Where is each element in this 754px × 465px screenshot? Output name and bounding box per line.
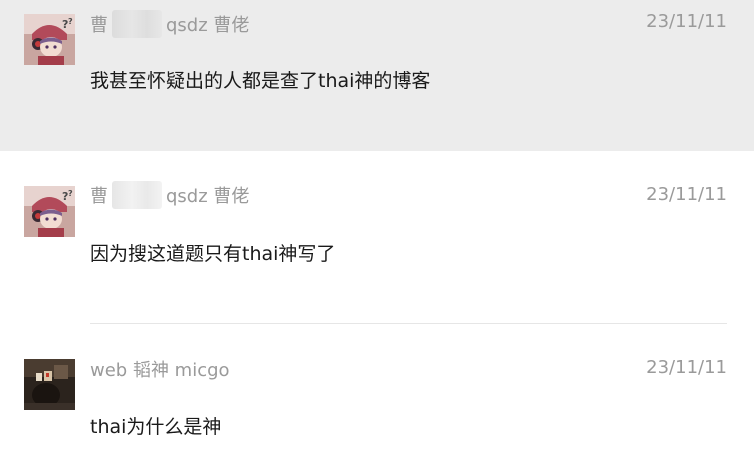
svg-text:?: ?: [68, 17, 73, 26]
avatar[interactable]: ? ?: [24, 186, 75, 237]
message-text: 我甚至怀疑出的人都是查了thai神的博客: [90, 70, 431, 92]
divider: [90, 323, 727, 324]
message-time: 23/11/11: [646, 357, 727, 378]
avatar[interactable]: [24, 359, 75, 410]
message-item[interactable]: ? ? 曹 qsdz 曹佬 23/11/11 我甚至怀疑出的人都是查了thai神…: [0, 0, 754, 151]
message-time: 23/11/11: [646, 11, 727, 32]
message-text: thai为什么是神: [90, 416, 222, 438]
redacted-name-blur: [112, 10, 162, 38]
svg-text:?: ?: [68, 189, 73, 198]
anime-girl-avatar-icon: ? ?: [24, 186, 75, 237]
sender-name[interactable]: 曹 qsdz 曹佬: [90, 10, 249, 38]
sender-name[interactable]: web 韬神 micgo: [90, 356, 230, 382]
message-list: ? ? 曹 qsdz 曹佬 23/11/11 我甚至怀疑出的人都是查了thai神…: [0, 0, 754, 465]
message-item[interactable]: ? ? 曹 qsdz 曹佬 23/11/11 因为搜这道题只有thai神写了: [0, 151, 754, 325]
sender-name-prefix: 曹: [90, 186, 108, 207]
sender-name-suffix: qsdz 曹佬: [166, 186, 250, 207]
redacted-name-blur: [112, 181, 162, 209]
message-text: 因为搜这道题只有thai神写了: [90, 243, 336, 265]
anime-girl-avatar-icon: ? ?: [24, 14, 75, 65]
message-item[interactable]: web 韬神 micgo 23/11/11 thai为什么是神: [0, 325, 754, 465]
avatar[interactable]: ? ?: [24, 14, 75, 65]
sender-name-prefix: 曹: [90, 15, 108, 36]
sender-name-suffix: qsdz 曹佬: [166, 15, 250, 36]
message-time: 23/11/11: [646, 184, 727, 205]
sender-name[interactable]: 曹 qsdz 曹佬: [90, 181, 249, 209]
dark-photo-avatar-icon: [24, 359, 75, 410]
